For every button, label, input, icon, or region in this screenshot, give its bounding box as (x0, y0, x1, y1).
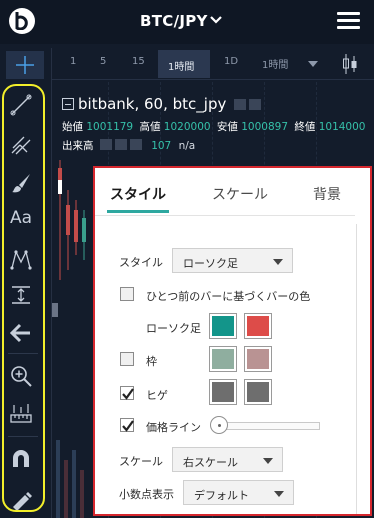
app-root: BTC/JPY 1 5 15 1D 1時間 1時間 Aa bitbank, 60… (0, 0, 374, 518)
checkmark-icon (122, 420, 134, 432)
price-line-label: 価格ライン (146, 421, 201, 434)
candle-up-color-swatch[interactable] (209, 313, 237, 339)
bitbank-logo[interactable] (9, 8, 35, 34)
timeframe-15[interactable]: 15 (132, 56, 145, 67)
checkmark-icon (122, 388, 134, 400)
caret-down-icon (274, 491, 284, 497)
wick-down-color-swatch[interactable] (244, 379, 272, 405)
border-label: 枠 (146, 355, 157, 368)
toolbar-divider (8, 436, 38, 437)
settings-icon[interactable] (249, 99, 262, 110)
ruler-icon[interactable] (10, 402, 32, 424)
decimal-label: 小数点表示 (119, 488, 174, 501)
style-label: スタイル (119, 256, 163, 269)
wick-up-color-swatch[interactable] (209, 379, 237, 405)
pitchfork-icon[interactable] (10, 133, 32, 155)
decimal-select[interactable]: デフォルト (183, 480, 294, 505)
slider-knob[interactable] (210, 416, 228, 434)
candlesticks (56, 160, 86, 518)
crosshair-icon (16, 56, 34, 74)
top-bar: BTC/JPY (0, 0, 374, 44)
zoom-in-icon[interactable] (10, 365, 32, 387)
candle-down-color-swatch[interactable] (244, 313, 272, 339)
pair-selector[interactable]: BTC/JPY (140, 12, 208, 30)
wick-label: ヒゲ (146, 389, 168, 402)
timeframe-1[interactable]: 1 (70, 56, 76, 67)
dialog-scrollbar[interactable] (356, 224, 370, 514)
timeframe-5[interactable]: 5 (100, 56, 106, 67)
border-down-color-swatch[interactable] (244, 346, 272, 372)
border-checkbox[interactable] (120, 352, 134, 366)
timeframe-1h-active[interactable]: 1時間 (158, 50, 210, 78)
settings-tabs: スタイル スケール 背景 (95, 168, 370, 214)
tabs-divider (95, 215, 355, 216)
timeframe-1d[interactable]: 1D (224, 56, 238, 67)
caret-down-icon[interactable] (308, 60, 318, 68)
magnet-icon[interactable] (10, 448, 32, 470)
lock-drawings-icon[interactable] (10, 488, 32, 510)
tab-background[interactable]: 背景 (313, 184, 341, 204)
pattern-icon[interactable] (10, 248, 32, 270)
eye-icon[interactable] (234, 99, 247, 110)
arrow-left-icon[interactable] (10, 322, 32, 344)
wick-checkbox[interactable] (120, 386, 134, 400)
scale-label: スケール (119, 455, 163, 468)
chart-legend-title: bitbank, 60, btc_jpy (62, 95, 262, 113)
scale-select[interactable]: 右スケール (172, 447, 283, 472)
measure-icon[interactable] (10, 284, 32, 306)
close-icon[interactable] (129, 139, 142, 150)
toolbar-divider (8, 353, 38, 354)
timeframe-dropdown[interactable]: 1時間 (262, 56, 288, 71)
settings-icon[interactable] (114, 139, 127, 150)
tab-style[interactable]: スタイル (110, 184, 166, 204)
hamburger-menu-icon[interactable] (337, 12, 360, 30)
chart-splitter-handle[interactable] (52, 303, 58, 317)
chevron-down-icon[interactable] (210, 14, 222, 26)
prev-bar-color-label: ひとつ前のバーに基づくバーの色 (146, 290, 311, 303)
style-select[interactable]: ローソク足 (172, 248, 293, 273)
volume-readout: 出来高 107 n/a (62, 139, 196, 152)
trend-line-icon[interactable] (10, 94, 32, 116)
collapse-legend-icon[interactable] (62, 98, 74, 110)
ohlc-readout: 始値 1001179 高値 1020000 安値 1000897 終値 1014… (62, 121, 366, 133)
price-line-checkbox[interactable] (120, 418, 134, 432)
active-tab-indicator (107, 210, 169, 213)
eye-icon[interactable] (99, 139, 112, 150)
caret-down-icon (263, 458, 273, 464)
border-up-color-swatch[interactable] (209, 346, 237, 372)
price-line-width-slider[interactable] (216, 422, 320, 430)
candle-type-icon[interactable] (342, 53, 358, 75)
prev-bar-color-checkbox[interactable] (120, 287, 134, 301)
tab-scale[interactable]: スケール (212, 184, 268, 204)
caret-down-icon (273, 259, 283, 265)
text-tool-icon[interactable]: Aa (10, 208, 32, 230)
crosshair-tool-button[interactable] (6, 51, 44, 79)
brush-icon[interactable] (10, 172, 32, 194)
candle-label: ローソク足 (146, 322, 201, 335)
